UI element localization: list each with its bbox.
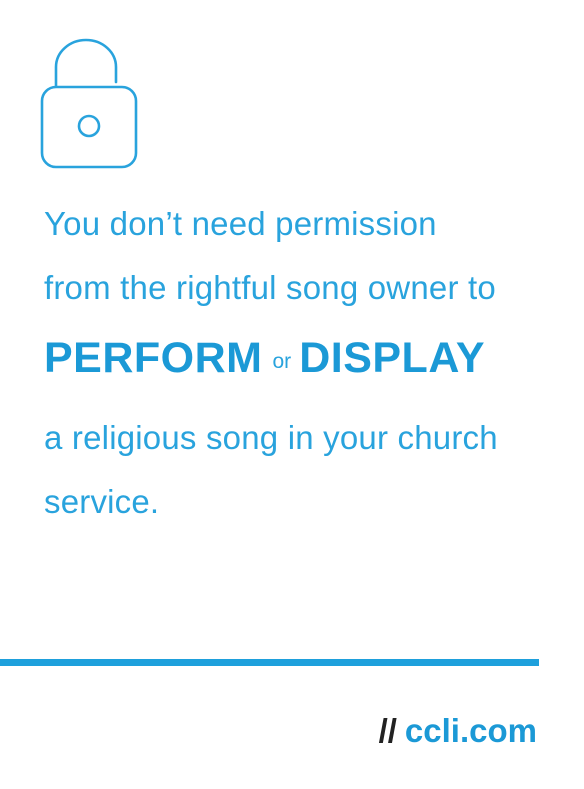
website-link[interactable]: ccli.com	[405, 712, 537, 749]
emphasis-line: PERFORM or DISPLAY	[44, 320, 564, 406]
message-line-4: a religious song in your church	[44, 419, 498, 456]
footer: //ccli.com	[379, 712, 537, 750]
unlocked-padlock-icon	[40, 38, 138, 172]
or-connector: or	[272, 350, 292, 373]
footer-slashes: //	[378, 712, 397, 749]
perform-word: PERFORM	[44, 334, 263, 382]
divider-rule	[0, 659, 539, 666]
message-line-5: service.	[44, 483, 160, 520]
message-block: You don’t need permission from the right…	[44, 192, 564, 534]
message-line-1: You don’t need permission	[44, 205, 437, 242]
display-word: DISPLAY	[299, 334, 486, 382]
message-line-2: from the rightful song owner to	[44, 269, 496, 306]
